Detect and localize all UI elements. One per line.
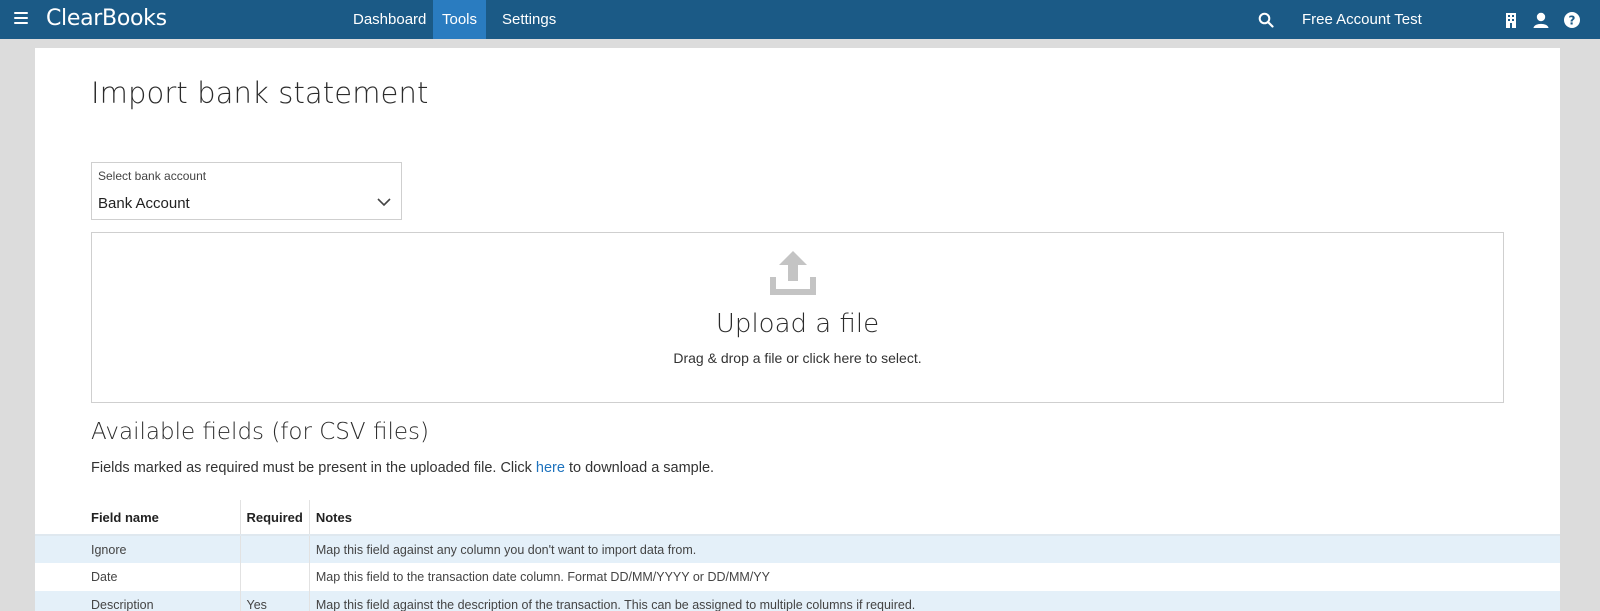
table-row: Description Yes Map this field against t… bbox=[35, 591, 1560, 611]
select-value: Bank Account bbox=[98, 195, 190, 212]
required-cell: Yes bbox=[240, 591, 310, 611]
section-description: Fields marked as required must be presen… bbox=[91, 460, 714, 476]
table-header-row: Field name Required Notes bbox=[35, 500, 1560, 536]
main-content-card: Import bank statement Select bank accoun… bbox=[35, 48, 1560, 611]
column-header-notes: Notes bbox=[309, 500, 1560, 536]
app-logo[interactable]: ClearBooks bbox=[46, 6, 167, 31]
section-title: Available fields (for CSV files) bbox=[91, 419, 429, 445]
upload-instructions: Drag & drop a file or click here to sele… bbox=[673, 350, 922, 366]
description-text-end: to download a sample. bbox=[564, 460, 715, 476]
nav-tools[interactable]: Tools bbox=[433, 0, 487, 39]
description-text: Fields marked as required must be presen… bbox=[91, 460, 536, 476]
top-navigation-bar: ClearBooks Dashboard Tools Settings Free… bbox=[0, 0, 1600, 39]
notes-cell: Map this field against the description o… bbox=[309, 591, 1560, 611]
hamburger-menu-icon[interactable] bbox=[14, 12, 28, 26]
field-name-cell: Date bbox=[35, 563, 241, 591]
svg-text:?: ? bbox=[1569, 13, 1576, 27]
field-name-cell: Ignore bbox=[35, 535, 241, 563]
nav-dashboard[interactable]: Dashboard bbox=[344, 0, 435, 39]
field-name-cell: Description bbox=[35, 591, 241, 611]
help-icon[interactable]: ? bbox=[1563, 11, 1581, 29]
available-fields-table: Field name Required Notes Ignore Map thi… bbox=[35, 500, 1560, 611]
chevron-down-icon bbox=[377, 198, 391, 207]
building-icon[interactable] bbox=[1502, 11, 1520, 29]
page-title: Import bank statement bbox=[91, 76, 429, 110]
nav-settings[interactable]: Settings bbox=[493, 0, 565, 39]
required-cell bbox=[240, 563, 310, 591]
table-row: Date Map this field to the transaction d… bbox=[35, 563, 1560, 591]
search-icon[interactable] bbox=[1258, 12, 1274, 28]
column-header-required: Required bbox=[240, 500, 310, 536]
upload-title: Upload a file bbox=[715, 309, 880, 339]
table-row: Ignore Map this field against any column… bbox=[35, 535, 1560, 563]
notes-cell: Map this field to the transaction date c… bbox=[315, 570, 770, 584]
required-cell bbox=[240, 535, 310, 563]
select-label: Select bank account bbox=[98, 169, 207, 183]
download-sample-link[interactable]: here bbox=[536, 460, 565, 476]
user-icon[interactable] bbox=[1532, 11, 1550, 29]
notes-cell: Map this field against any column you do… bbox=[309, 535, 1560, 563]
upload-icon bbox=[770, 251, 816, 295]
account-switcher[interactable]: Free Account Test bbox=[1302, 0, 1422, 39]
bank-account-select[interactable]: Select bank account Bank Account bbox=[91, 162, 402, 220]
file-upload-dropzone[interactable]: Upload a file Drag & drop a file or clic… bbox=[91, 232, 1504, 403]
column-header-field-name: Field name bbox=[35, 500, 241, 536]
